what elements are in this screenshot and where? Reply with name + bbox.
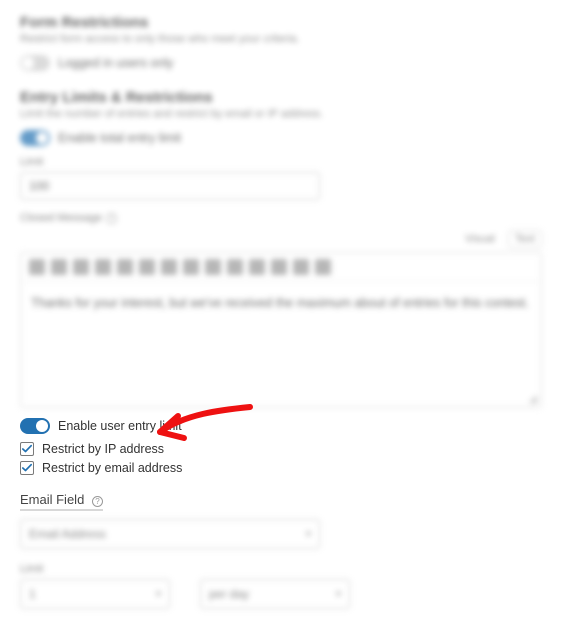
enable-user-entry-limit-toggle[interactable] <box>20 418 50 434</box>
bottom-limit-input[interactable]: 1 ▾ <box>20 579 170 609</box>
link-icon[interactable] <box>183 259 199 275</box>
resize-handle-icon[interactable]: ◢ <box>21 392 541 407</box>
underline-icon[interactable] <box>73 259 89 275</box>
chevron-down-icon: ▾ <box>306 529 311 540</box>
closed-message-editor: Thanks for your interest, but we've rece… <box>20 252 542 408</box>
check-icon <box>22 444 32 454</box>
closed-message-label: Closed Message ? <box>20 212 542 224</box>
help-icon[interactable]: ? <box>106 213 117 224</box>
logged-in-toggle[interactable] <box>20 55 50 71</box>
redo-icon[interactable] <box>293 259 309 275</box>
unlink-icon[interactable] <box>205 259 221 275</box>
tab-text[interactable]: Text <box>508 230 542 248</box>
blockquote-icon[interactable] <box>95 259 111 275</box>
numlist-icon[interactable] <box>161 259 177 275</box>
limit-label: Limit <box>20 156 542 168</box>
limit-input[interactable] <box>20 172 320 200</box>
enable-total-entry-limit-toggle[interactable] <box>20 130 50 146</box>
bold-icon[interactable] <box>29 259 45 275</box>
email-field-select[interactable]: Email Address ▾ <box>20 519 320 549</box>
email-field-select-value: Email Address <box>29 527 106 541</box>
undo-icon[interactable] <box>271 259 287 275</box>
image-icon[interactable] <box>227 259 243 275</box>
chevron-down-icon: ▾ <box>156 589 161 600</box>
restrict-by-email-checkbox[interactable] <box>20 461 34 475</box>
entry-limits-heading: Entry Limits & Restrictions <box>20 89 542 106</box>
bottom-per-select[interactable]: per day ▾ <box>200 579 350 609</box>
enable-total-entry-limit-label: Enable total entry limit <box>58 131 181 145</box>
more-icon[interactable] <box>315 259 331 275</box>
logged-in-label: Logged in users only <box>58 56 173 70</box>
hr-icon[interactable] <box>249 259 265 275</box>
restrict-by-ip-checkbox[interactable] <box>20 442 34 456</box>
form-restrictions-heading: Form Restrictions <box>20 14 542 31</box>
chevron-down-icon: ▾ <box>336 589 341 600</box>
align-icon[interactable] <box>117 259 133 275</box>
list-icon[interactable] <box>139 259 155 275</box>
email-field-label: Email Field ? <box>20 492 103 511</box>
check-icon <box>22 463 32 473</box>
italic-icon[interactable] <box>51 259 67 275</box>
enable-user-entry-limit-label: Enable user entry limit <box>58 419 182 433</box>
restrict-by-ip-label: Restrict by IP address <box>42 442 164 456</box>
closed-message-body[interactable]: Thanks for your interest, but we've rece… <box>21 282 541 392</box>
tab-visual[interactable]: Visual <box>458 230 502 248</box>
help-icon[interactable]: ? <box>92 496 103 507</box>
form-restrictions-desc: Restrict form access to only those who m… <box>20 33 542 45</box>
entry-limits-desc: Limit the number of entries and restrict… <box>20 108 542 120</box>
editor-toolbar <box>21 253 541 282</box>
bottom-limit-label: Limit <box>20 563 542 575</box>
restrict-by-email-label: Restrict by email address <box>42 461 182 475</box>
